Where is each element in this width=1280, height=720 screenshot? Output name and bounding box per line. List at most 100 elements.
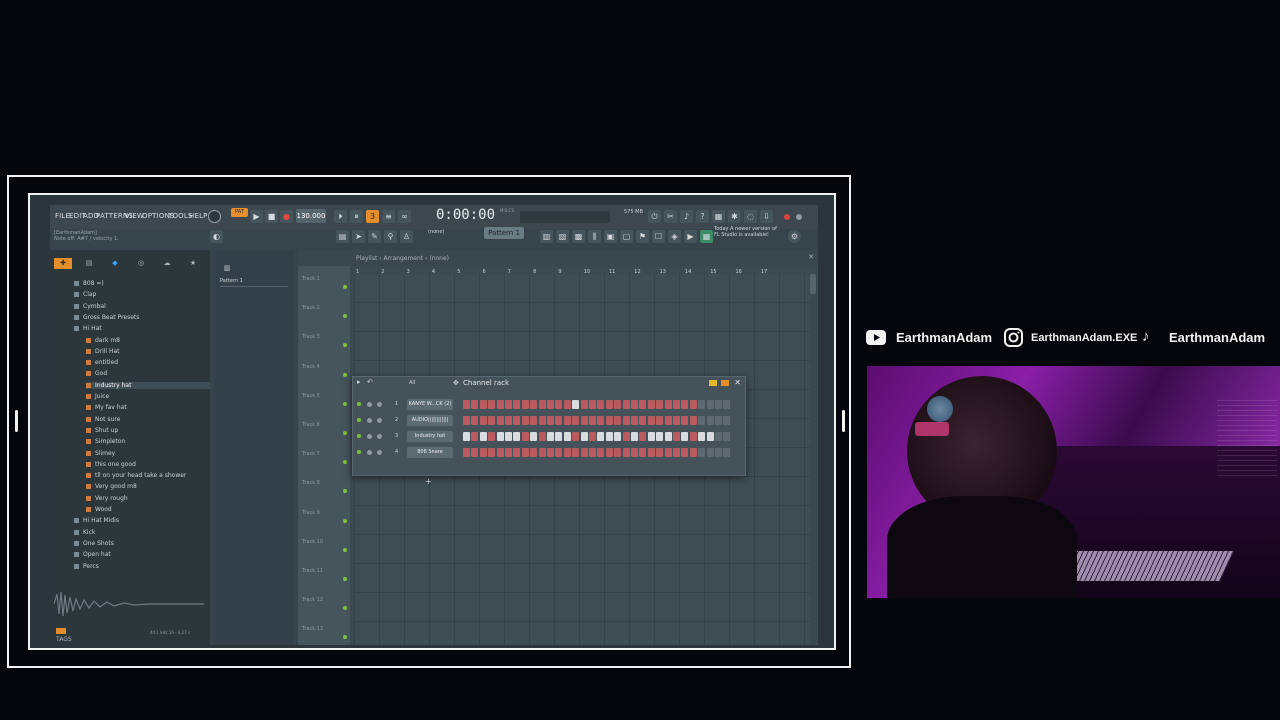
- play-icon[interactable]: ▶: [250, 210, 263, 223]
- add-channel-button[interactable]: +: [425, 477, 432, 486]
- channel-pan-knob[interactable]: [367, 450, 372, 455]
- step-button[interactable]: [723, 448, 731, 457]
- step-button[interactable]: [547, 400, 554, 409]
- browser-file[interactable]: My fav hat: [86, 404, 127, 411]
- step-button[interactable]: [563, 416, 571, 425]
- step-button[interactable]: [723, 416, 731, 425]
- wait-icon[interactable]: ⏸: [350, 210, 363, 223]
- step-button[interactable]: [505, 400, 512, 409]
- browser-file[interactable]: Drill Hat: [86, 348, 120, 355]
- track-mute-led[interactable]: [343, 460, 347, 465]
- snap-icon[interactable]: ▤: [336, 230, 349, 243]
- track-mute-led[interactable]: [343, 489, 347, 494]
- track-label[interactable]: Track 5: [302, 393, 320, 399]
- piano-roll-icon[interactable]: ▧: [556, 230, 569, 243]
- step-button[interactable]: [547, 432, 554, 441]
- browser-cloud-icon[interactable]: ☁: [158, 258, 176, 269]
- step-button[interactable]: [547, 416, 554, 425]
- master-volume-knob[interactable]: [208, 210, 221, 223]
- step-button[interactable]: [471, 416, 479, 425]
- step-button[interactable]: [513, 448, 521, 457]
- step-button[interactable]: [622, 416, 630, 425]
- step-button[interactable]: [631, 448, 638, 457]
- track-label[interactable]: Track 9: [302, 510, 320, 516]
- step-button[interactable]: [689, 416, 697, 425]
- snap-selector[interactable]: (none): [428, 229, 444, 235]
- browser-file[interactable]: tll on your head take a shower: [86, 472, 186, 479]
- step-button[interactable]: [673, 400, 680, 409]
- step-button[interactable]: [580, 400, 588, 409]
- mixer-icon[interactable]: ⫼: [588, 230, 601, 243]
- channel-volume-knob[interactable]: [377, 434, 382, 439]
- step-button[interactable]: [698, 432, 706, 441]
- step-button[interactable]: [605, 432, 613, 441]
- browser-plugins-icon[interactable]: ◆: [106, 258, 124, 269]
- step-button[interactable]: [673, 432, 680, 441]
- step-button[interactable]: [463, 400, 470, 409]
- browser-folder[interactable]: Clap: [74, 291, 96, 298]
- step-button[interactable]: [656, 416, 664, 425]
- track-label[interactable]: Track 4: [302, 364, 320, 370]
- step-button[interactable]: [555, 400, 563, 409]
- rack-graph-icon[interactable]: [709, 380, 717, 386]
- power-icon[interactable]: ⏻: [648, 210, 661, 223]
- browser-file[interactable]: entitled: [86, 359, 118, 366]
- step-button[interactable]: [505, 448, 512, 457]
- step-button[interactable]: [563, 432, 571, 441]
- rack-filter[interactable]: All: [409, 380, 415, 386]
- step-button[interactable]: [521, 416, 529, 425]
- touch-keyboard-icon[interactable]: ☐: [652, 230, 665, 243]
- step-button[interactable]: [639, 432, 647, 441]
- channel-name-button[interactable]: Industry hat: [407, 431, 453, 442]
- track-mute-led[interactable]: [343, 635, 347, 640]
- step-button[interactable]: [689, 400, 697, 409]
- browser-folder[interactable]: Gross Beat Presets: [74, 314, 139, 321]
- step-button[interactable]: [639, 448, 647, 457]
- step-button[interactable]: [580, 448, 588, 457]
- step-button[interactable]: [698, 400, 706, 409]
- news-panel[interactable]: Today A newer version of FL Studio is av…: [714, 226, 784, 238]
- piano-icon[interactable]: ▦: [712, 210, 725, 223]
- step-button[interactable]: [580, 416, 588, 425]
- clipboard-icon[interactable]: ▢: [620, 230, 633, 243]
- track-label[interactable]: Track 11: [302, 568, 323, 574]
- step-button[interactable]: [647, 416, 655, 425]
- step-button[interactable]: [614, 448, 622, 457]
- step-button[interactable]: [664, 400, 672, 409]
- step-button[interactable]: [488, 400, 496, 409]
- step-button[interactable]: [589, 448, 596, 457]
- track-mute-led[interactable]: [343, 285, 347, 289]
- browser-file[interactable]: Juice: [86, 393, 109, 400]
- channel-name-button[interactable]: AUDIO||||||||||||: [407, 415, 453, 426]
- step-button[interactable]: [715, 400, 722, 409]
- channel-name-button[interactable]: 808 Snare: [407, 447, 453, 458]
- arrow-icon[interactable]: ➤: [352, 230, 365, 243]
- step-button[interactable]: [513, 432, 521, 441]
- step-button[interactable]: [538, 448, 546, 457]
- browser-db-icon[interactable]: ◎: [132, 258, 150, 269]
- step-button[interactable]: [664, 416, 672, 425]
- metronome-2-icon[interactable]: ♙: [400, 230, 413, 243]
- track-label[interactable]: Track 3: [302, 334, 320, 340]
- video-icon[interactable]: ▶: [684, 230, 697, 243]
- step-button[interactable]: [622, 400, 630, 409]
- browser-file[interactable]: Very good m8: [86, 483, 137, 490]
- step-button[interactable]: [496, 448, 504, 457]
- countdown-icon[interactable]: 3: [366, 210, 379, 223]
- track-mute-led[interactable]: [343, 431, 347, 435]
- step-button[interactable]: [706, 432, 714, 441]
- step-button[interactable]: [530, 416, 538, 425]
- track-mute-led[interactable]: [343, 314, 347, 319]
- step-button[interactable]: [563, 448, 571, 457]
- browser-folder[interactable]: Cymbal: [74, 303, 106, 310]
- step-button[interactable]: [555, 416, 563, 425]
- step-button[interactable]: [698, 448, 706, 457]
- step-button[interactable]: [673, 448, 680, 457]
- track-label[interactable]: Track 12: [302, 597, 323, 603]
- browser-tags[interactable]: TAGS: [56, 636, 72, 643]
- step-button[interactable]: [488, 448, 496, 457]
- browser-file[interactable]: Industry hat: [86, 381, 210, 389]
- step-edit-icon[interactable]: ≡: [382, 210, 395, 223]
- track-label[interactable]: Track 2: [302, 305, 320, 311]
- project-icon[interactable]: ◈: [668, 230, 681, 243]
